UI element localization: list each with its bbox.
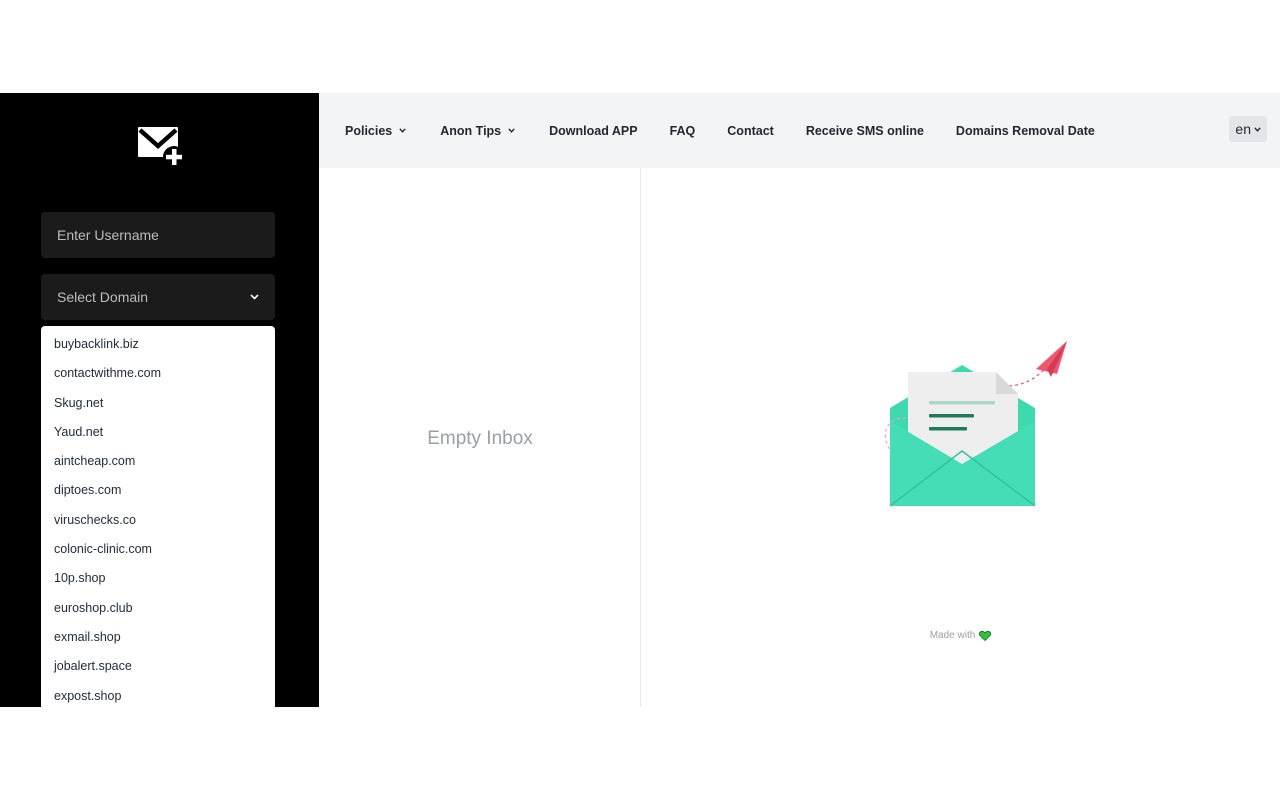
domain-select[interactable]: Select Domain [41,274,275,320]
empty-inbox-text: Empty Inbox [427,428,533,449]
domain-option[interactable]: expost.shop [41,682,275,707]
chevron-down-icon [1254,126,1261,132]
nav-item-domains-removal-date[interactable]: Domains Removal Date [956,124,1095,138]
nav-item-receive-sms[interactable]: Receive SMS online [806,124,924,138]
domain-option[interactable]: colonic-clinic.com [41,535,275,564]
inbox-pane: Empty Inbox [319,168,641,707]
nav-item-policies[interactable]: Policies [345,124,406,138]
chevron-down-icon [249,292,259,302]
domain-option[interactable]: buybacklink.biz [41,330,275,359]
illustration-pane: Made with [641,168,1280,707]
username-input[interactable] [41,212,275,258]
domain-option[interactable]: viruschecks.co [41,506,275,535]
domain-option[interactable]: contactwithme.com [41,359,275,388]
footer-made-with: Made with [641,630,1280,641]
domain-option[interactable]: exmail.shop [41,623,275,652]
sidebar: Select Domain buybacklink.bizcontactwith… [0,93,319,707]
top-navigation: Policies Anon Tips Download APP FAQ Cont… [319,93,1280,168]
nav-item-anon-tips[interactable]: Anon Tips [440,124,515,138]
domain-option[interactable]: jobalert.space [41,652,275,681]
nav-item-download-app[interactable]: Download APP [549,124,637,138]
chevron-down-icon [399,128,406,133]
open-envelope-paper-plane-illustration [884,341,1067,507]
domain-option[interactable]: Yaud.net [41,418,275,447]
domain-option[interactable]: diptoes.com [41,476,275,505]
language-selector[interactable]: en [1229,116,1267,142]
domain-option[interactable]: Skug.net [41,389,275,418]
domain-dropdown-list: buybacklink.biz contactwithme.com Skug.net… [41,326,275,707]
nav-item-contact[interactable]: Contact [727,124,774,138]
domain-option[interactable]: aintcheap.com [41,447,275,476]
nav-item-faq[interactable]: FAQ [670,124,696,138]
domain-option[interactable]: 10p.shop [41,564,275,593]
domain-select-label: Select Domain [57,289,149,305]
heart-icon [979,630,992,641]
app-window: Select Domain buybacklink.bizcontactwith… [0,93,1280,707]
domain-option[interactable]: euroshop.club [41,594,275,623]
mail-plus-icon[interactable] [136,125,184,169]
chevron-down-icon [508,128,515,133]
